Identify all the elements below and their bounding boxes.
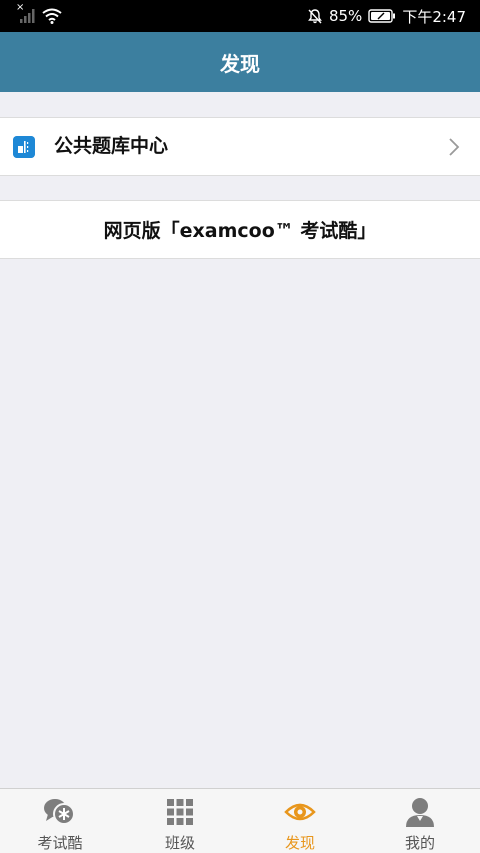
question-bank-label: 公共题库中心 [54, 135, 169, 157]
eye-icon [284, 803, 316, 820]
user-icon [406, 797, 434, 827]
tab-examcoo-label: 考试酷 [37, 834, 83, 852]
app-header: 发现 [0, 32, 480, 92]
tab-discover[interactable]: 发现 [240, 789, 360, 853]
tab-mine[interactable]: 我的 [360, 789, 480, 853]
cell-signal-icon: × [16, 2, 36, 24]
chevron-right-icon [449, 138, 460, 156]
battery-icon [368, 9, 396, 23]
wifi-icon [42, 8, 62, 24]
question-bank-icon [13, 136, 35, 158]
tab-discover-label: 发现 [284, 834, 315, 852]
web-version-label: 网页版「examcoo™ 考试酷」 [103, 220, 377, 242]
tab-class-label: 班级 [164, 834, 195, 852]
clock: 下午2:47 [402, 7, 466, 26]
tab-class[interactable]: 班级 [120, 789, 240, 853]
status-bar: × 85% 下午2:47 [0, 0, 480, 32]
battery-percent: 85% [328, 7, 363, 25]
chat-star-icon [44, 798, 75, 825]
question-bank-center-item[interactable]: 公共题库中心 [0, 117, 480, 176]
page-title: 发现 [220, 51, 260, 76]
tab-mine-label: 我的 [404, 834, 435, 852]
web-version-item[interactable]: 网页版「examcoo™ 考试酷」 [0, 200, 480, 259]
tab-examcoo[interactable]: 考试酷 [0, 789, 120, 853]
grid-icon [167, 798, 193, 825]
bottom-tab-bar: 考试酷 班级 发现 我的 [0, 788, 480, 853]
notifications-off-icon [308, 9, 322, 24]
